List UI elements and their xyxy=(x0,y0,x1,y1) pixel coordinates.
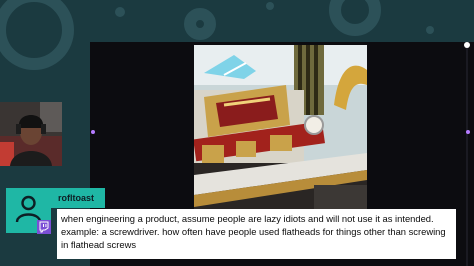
stage-right-marker xyxy=(466,130,470,134)
twitch-icon xyxy=(37,220,51,234)
streamer-webcam xyxy=(0,102,62,166)
shared-photo xyxy=(194,45,367,221)
stage-close-icon[interactable] xyxy=(464,42,470,48)
stage-scroll-edge xyxy=(466,42,468,266)
stage-left-marker xyxy=(91,130,95,134)
chat-username: rofltoast xyxy=(51,188,105,208)
chat-message: when engineering a product, assume peopl… xyxy=(57,209,456,259)
